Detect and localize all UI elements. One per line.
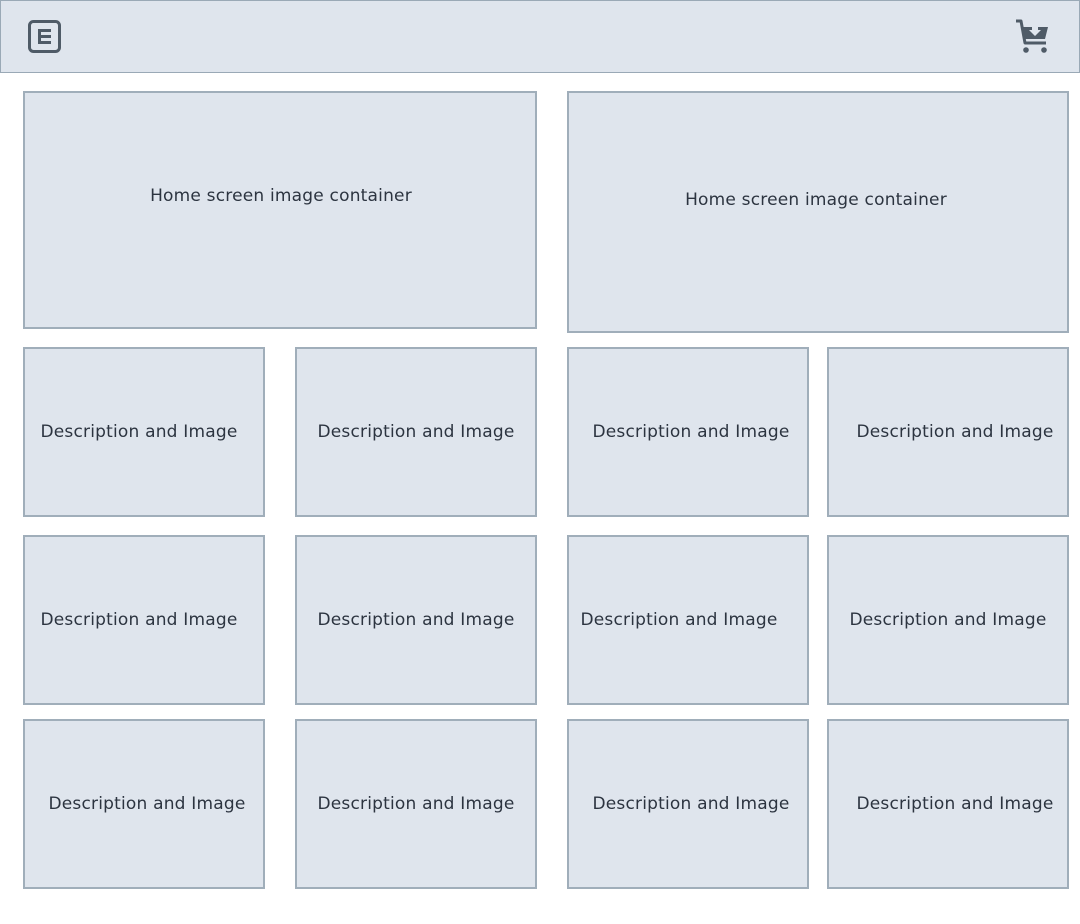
tile-label: Description and Image [317,422,515,442]
description-tile[interactable]: Description and Image [23,347,265,517]
description-tile[interactable]: Description and Image [295,535,537,705]
tile-label: Description and Image [317,794,515,814]
top-bar [0,0,1080,73]
description-tile[interactable]: Description and Image [295,719,537,889]
tile-label: Description and Image [849,610,1047,630]
description-tile[interactable]: Description and Image [827,535,1069,705]
tile-label: Description and Image [856,794,1054,814]
tile-label: Description and Image [592,422,790,442]
description-tile[interactable]: Description and Image [567,719,809,889]
tile-label: Description and Image [48,794,246,814]
description-tile[interactable]: Description and Image [295,347,537,517]
description-tile[interactable]: Description and Image [827,719,1069,889]
home-image-container[interactable]: Home screen image container [567,91,1069,333]
description-tile[interactable]: Description and Image [567,347,809,517]
home-image-label: Home screen image container [150,186,412,206]
tile-label: Description and Image [592,794,790,814]
cart-download-icon[interactable] [1013,17,1053,57]
tile-label: Description and Image [317,610,515,630]
description-tile[interactable]: Description and Image [827,347,1069,517]
description-tile[interactable]: Description and Image [567,535,809,705]
home-image-label: Home screen image container [685,190,947,210]
description-tile[interactable]: Description and Image [23,535,265,705]
description-tile[interactable]: Description and Image [23,719,265,889]
tile-label: Description and Image [580,610,778,630]
tile-label: Description and Image [40,610,238,630]
menu-icon[interactable] [28,20,61,53]
home-image-container[interactable]: Home screen image container [23,91,537,329]
tile-label: Description and Image [856,422,1054,442]
tile-label: Description and Image [40,422,238,442]
